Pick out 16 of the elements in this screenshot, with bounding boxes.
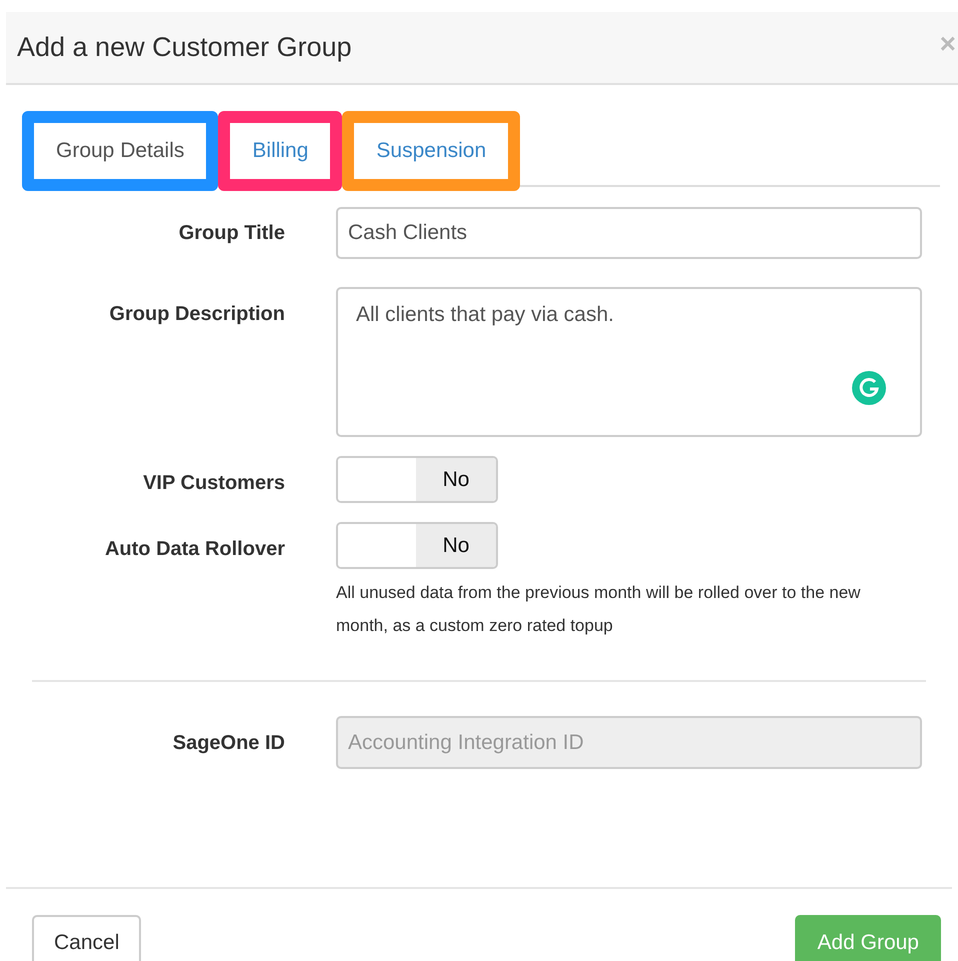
field-label: Group Description	[109, 302, 285, 327]
field-label: Auto Data Rollover	[104, 537, 285, 562]
tab[interactable]: Billing	[218, 111, 342, 191]
cancel-button[interactable]: Cancel	[32, 915, 142, 961]
toggle-switch[interactable]: No	[336, 522, 498, 569]
grammar-icon[interactable]	[852, 371, 886, 405]
field-label: SageOne ID	[172, 730, 285, 756]
tab[interactable]: Group Details	[22, 111, 218, 191]
help-text: All unused data from the previous month will be rolled over to the new month, as a custom zero rated topup	[336, 582, 862, 637]
tab[interactable]: Suspension	[342, 111, 520, 191]
text-field[interactable]: Cash Clients	[336, 207, 922, 259]
dialog-title: Add a new Customer Group	[17, 31, 352, 64]
field-label: VIP Customers	[143, 471, 285, 496]
field-label: Group Title	[178, 221, 285, 246]
toggle-switch[interactable]: No	[336, 456, 498, 503]
description-field[interactable]: All clients that pay via cash.	[336, 287, 922, 437]
